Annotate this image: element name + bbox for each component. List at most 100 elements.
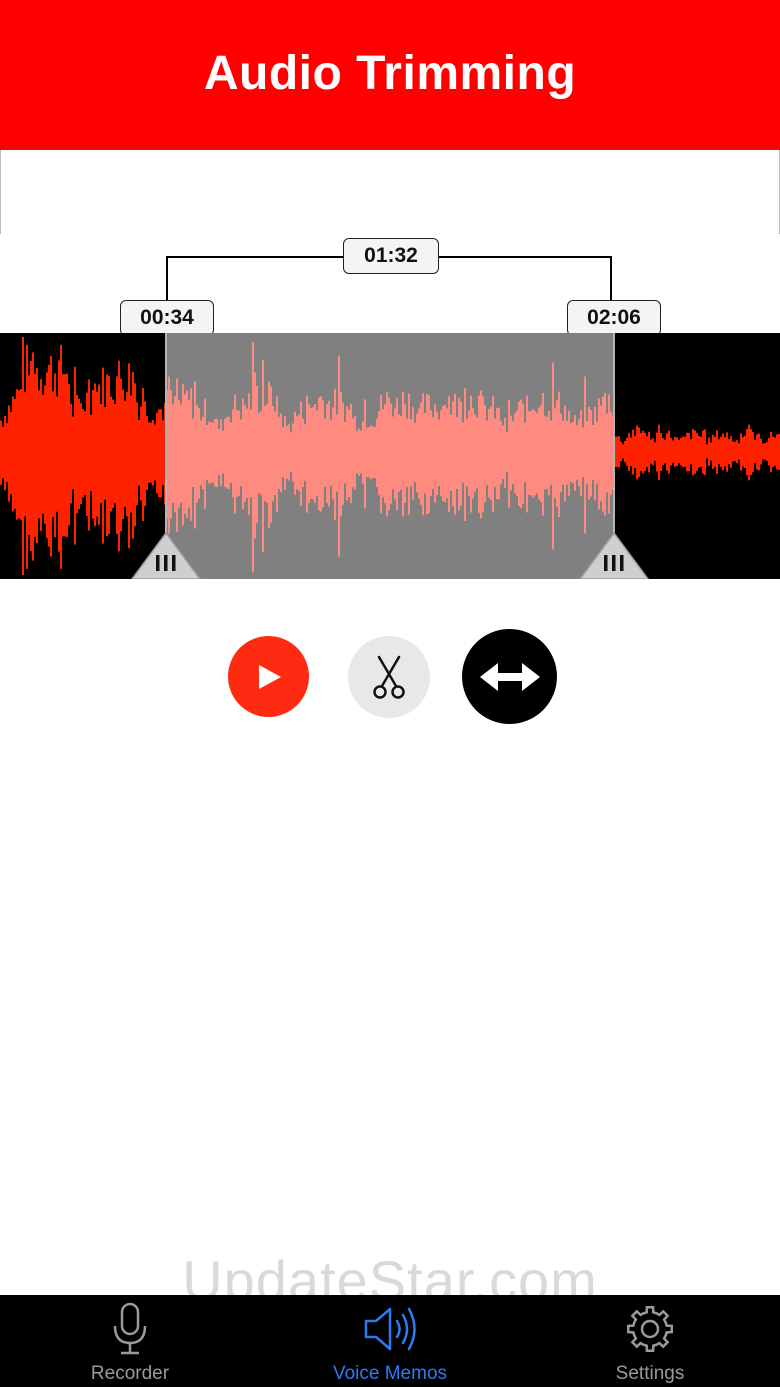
waveform-bar [666,433,668,471]
waveform-bar [632,429,634,475]
gear-icon [626,1305,674,1353]
waveform-bar [696,433,698,471]
waveform-bar [472,408,474,499]
waveform-bar [314,403,316,504]
tab-recorder[interactable]: Recorder [40,1295,220,1387]
waveform-bar [540,405,542,503]
waveform-bar [648,431,650,473]
waveform-bar [264,405,266,502]
waveform-bar [522,403,524,504]
waveform-bar [218,429,220,476]
waveform-bar [420,402,422,505]
waveform-bar [642,430,644,474]
waveform-bar [384,404,386,504]
waveform-bar [490,406,492,501]
waveform-bar [168,376,170,534]
waveform-bar [422,393,424,516]
waveform-bar [376,418,378,488]
waveform-bar [380,394,382,514]
page-title: Audio Trimming [203,46,577,100]
waveform-bar [676,437,678,467]
waveform-bar [366,427,368,478]
waveform-bar [246,408,248,499]
waveform-bar [286,425,288,479]
waveform-bar [74,366,76,545]
waveform-bar [294,411,296,495]
cut-button[interactable] [348,636,430,718]
waveform-bar [230,422,232,483]
waveform-bar [596,421,598,484]
waveform-bar [466,419,468,487]
waveform-bar [318,397,320,511]
waveform-view[interactable] [0,333,780,579]
waveform-bar [630,437,632,467]
play-button[interactable] [228,636,309,717]
tab-settings[interactable]: Settings [560,1295,740,1387]
waveform-bar [238,410,240,496]
tab-voice-memos[interactable]: Voice Memos [300,1295,480,1387]
waveform-bar [516,410,518,497]
waveform-bar [436,411,438,495]
waveform-bar [340,392,342,517]
waveform-bar [268,381,270,529]
waveform-bar [706,444,708,459]
waveform-bar [556,400,558,508]
waveform-bar [262,359,264,553]
waveform-bar [280,413,282,493]
waveform-bar [304,424,306,481]
waveform-bar [498,407,500,500]
waveform-bar [182,384,184,526]
waveform-bar [178,400,180,508]
waveform-bar [270,386,272,523]
tab-label: Recorder [90,1363,170,1384]
waveform-bar [306,395,308,513]
waveform-bar [368,427,370,478]
microphone-icon [113,1302,147,1355]
waveform-bar [690,439,692,465]
waveform-bar [748,424,750,481]
waveform-bar [344,421,346,484]
waveform-bar [120,378,122,532]
waveform-bar [486,420,488,485]
waveform-bar [130,395,132,513]
tab-label: Voice Memos [332,1363,448,1384]
waveform-bar [36,368,38,544]
waveform-bar [48,364,50,547]
waveform-bar [158,409,160,498]
waveform-bar [638,427,640,478]
waveform-bar [162,420,164,486]
waveform-bar [586,420,588,485]
waveform-bar [400,416,402,490]
waveform-bar [316,410,318,497]
waveform-bar [432,416,434,489]
waveform-bar [774,437,776,466]
waveform-bar [536,412,538,494]
waveform-bar [438,419,440,487]
waveform-bar [572,421,574,484]
waveform-bar [758,433,760,471]
waveform-bar [46,372,48,539]
waveform-bar [412,407,414,500]
waveform-bar [448,396,450,512]
waveform-bar [196,404,198,503]
waveform-bar [240,419,242,487]
waveform-bar [336,414,338,492]
waveform-bar [456,416,458,489]
waveform-bar [520,399,522,509]
waveform-bar [528,411,530,496]
waveform-bar [404,404,406,504]
waveform-bar [394,407,396,500]
waveform-bar [350,403,352,504]
scissors-icon [373,655,405,699]
waveform-bar [406,418,408,488]
waveform-bar [482,396,484,512]
waveform-bar [374,426,376,478]
waveform-bar [496,407,498,499]
waveform-bar [18,390,20,519]
waveform-bar [84,411,86,496]
waveform-bar [494,418,496,488]
waveform-bar [236,409,238,497]
expand-button[interactable] [462,629,557,724]
waveform-bar [90,414,92,492]
waveform-bar [588,406,590,500]
